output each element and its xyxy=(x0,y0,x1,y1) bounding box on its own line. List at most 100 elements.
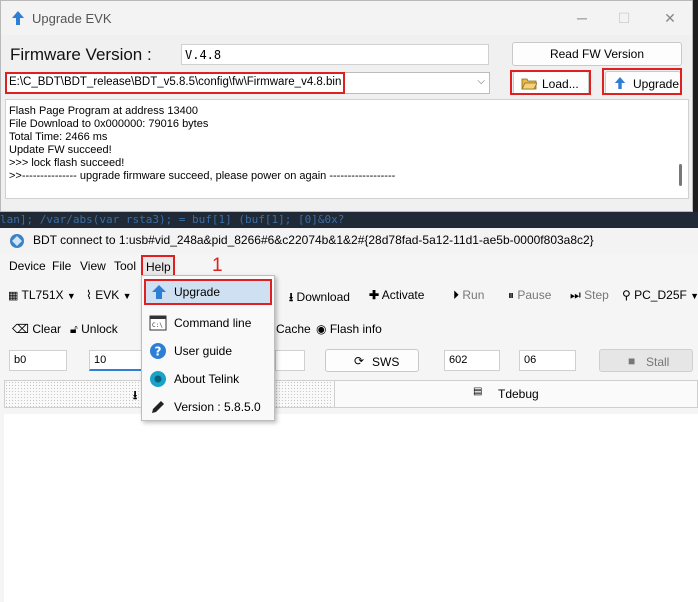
run-button[interactable]: ⏵ Run xyxy=(453,288,484,303)
input-a[interactable]: b0 xyxy=(9,350,67,371)
content-area[interactable] xyxy=(4,414,698,602)
unlock-label: Unlock xyxy=(81,322,118,336)
menuitem-user-guide[interactable]: ? User guide xyxy=(144,338,272,364)
download-icon: ⭳ xyxy=(289,290,294,304)
search-icon: ⚲ xyxy=(622,288,631,302)
step-button[interactable]: ⏭ Step xyxy=(570,288,609,303)
stall-button[interactable]: ■ Stall xyxy=(599,349,693,372)
log-line: File Download to 0x000000: 79016 bytes xyxy=(9,118,209,130)
help-icon: ? xyxy=(150,343,166,359)
download-icon: ⭳ xyxy=(133,388,138,402)
toolbar-secondary: ⌫ Clear 🔓︎ Unlock Cache ◉ Flash info xyxy=(0,316,698,344)
upgrade-arrow-icon xyxy=(152,285,166,299)
chip-icon: ▦ xyxy=(8,290,19,302)
input-hidden[interactable] xyxy=(275,350,305,371)
eye-icon: ◉ xyxy=(316,322,327,336)
tdebug-label: Tdebug xyxy=(498,387,539,401)
log-line: Update FW succeed! xyxy=(9,144,112,156)
firmware-version-field[interactable]: V.4.8 xyxy=(181,44,489,65)
run-label: Run xyxy=(462,288,485,302)
menubar: Device File View Tool xyxy=(0,256,698,278)
input-c[interactable]: 602 xyxy=(444,350,500,371)
chevron-down-icon: ▼ xyxy=(122,291,132,301)
stall-label: Stall xyxy=(646,355,670,369)
input-b[interactable]: 10 xyxy=(89,350,145,371)
tab-bar: ⭳ ▤ Tdebug xyxy=(4,380,698,408)
waveform-icon: ⌇ xyxy=(86,288,92,302)
log-scrollbar[interactable] xyxy=(679,164,682,186)
unlock-button[interactable]: 🔓︎ Unlock xyxy=(70,322,118,337)
menu-device[interactable]: Device xyxy=(9,259,46,273)
svg-text:?: ? xyxy=(155,345,162,359)
pause-icon: ⏸ xyxy=(508,288,515,302)
board-select-label: EVK xyxy=(95,288,120,302)
upgrade-log[interactable]: Flash Page Program at address 13400 File… xyxy=(5,99,689,199)
firmware-version-label: Firmware Version : xyxy=(10,45,152,64)
menu-view[interactable]: View xyxy=(80,259,106,273)
chip-select[interactable]: ▦ TL751X ▼ xyxy=(8,288,76,302)
chevron-down-icon[interactable]: ⌵ xyxy=(477,76,485,87)
chip-select-label: TL751X xyxy=(21,288,64,302)
toolbar-main: ▦ TL751X ▼ ⌇ EVK ▼ ⭳ Download ✚ Activate… xyxy=(0,282,698,310)
chevron-down-icon: ▼ xyxy=(66,291,76,301)
menuitem-about-telink[interactable]: About Telink xyxy=(144,366,272,392)
broom-icon: ⌫ xyxy=(12,322,29,336)
bdt-window: BDT connect to 1:usb#vid_248a&pid_8266#6… xyxy=(0,228,698,602)
board-select[interactable]: ⌇ EVK ▼ xyxy=(86,288,131,302)
dialog-titlebar: Upgrade EVK ─ ☐ ✕ xyxy=(1,1,692,35)
menu-tool[interactable]: Tool xyxy=(114,259,136,273)
telink-icon xyxy=(10,234,24,248)
cache-button[interactable]: Cache xyxy=(276,322,311,336)
close-button[interactable]: ✕ xyxy=(659,7,681,29)
stop-icon: ■ xyxy=(628,354,636,368)
minimize-button[interactable]: ─ xyxy=(571,7,593,29)
pause-label: Pause xyxy=(517,288,552,302)
clear-button[interactable]: ⌫ Clear xyxy=(12,322,61,336)
menu-file[interactable]: File xyxy=(52,259,71,273)
svg-text:C:\: C:\ xyxy=(152,322,163,329)
flash-info-button[interactable]: ◉ Flash info xyxy=(316,322,382,336)
annotation-load-box xyxy=(510,70,591,95)
log-line: Flash Page Program at address 13400 xyxy=(9,105,198,117)
input-d[interactable]: 06 xyxy=(519,350,576,371)
menu-help-label: Help xyxy=(146,260,171,274)
menuitem-version[interactable]: Version : 5.8.5.0 xyxy=(144,394,272,420)
menuitem-label: Command line xyxy=(174,316,252,330)
help-dropdown: Upgrade C:\ Command line ? User guide Ab… xyxy=(141,275,275,421)
upgrade-evk-dialog: Upgrade EVK ─ ☐ ✕ Firmware Version : V.4… xyxy=(0,0,693,212)
upload-arrow-icon xyxy=(12,11,24,25)
command-line-icon: C:\ xyxy=(149,315,167,331)
download-button[interactable]: ⭳ Download xyxy=(289,288,350,309)
log-line: >>> lock flash succeed! xyxy=(9,157,125,169)
flash-info-label: Flash info xyxy=(329,322,382,336)
tab-tdebug[interactable]: ▤ Tdebug xyxy=(334,381,698,407)
activate-label: Activate xyxy=(381,288,425,302)
bdt-title: BDT connect to 1:usb#vid_248a&pid_8266#6… xyxy=(33,233,594,247)
menuitem-command-line[interactable]: C:\ Command line xyxy=(144,310,272,336)
activate-button[interactable]: ✚ Activate xyxy=(369,288,424,302)
read-fw-version-button[interactable]: Read FW Version xyxy=(512,42,682,66)
clear-label: Clear xyxy=(32,322,61,336)
lock-icon: 🔓︎ xyxy=(70,322,78,336)
chevron-down-icon: ▼ xyxy=(690,291,698,301)
pencil-icon xyxy=(152,401,164,413)
log-line: >>--------------- upgrade firmware succe… xyxy=(9,170,396,182)
binary-icon: ▤ xyxy=(473,386,483,397)
pc-select-label: PC_D25F xyxy=(634,288,687,302)
log-line: Total Time: 2466 ms xyxy=(9,131,108,143)
annotation-upgrade-box xyxy=(602,68,682,95)
annotation-path-box xyxy=(5,72,345,94)
bdt-titlebar: BDT connect to 1:usb#vid_248a&pid_8266#6… xyxy=(0,228,698,254)
sws-label: SWS xyxy=(372,355,400,369)
sws-button[interactable]: ⟳ SWS xyxy=(325,349,419,372)
pause-button[interactable]: ⏸ Pause xyxy=(508,288,551,303)
telink-icon xyxy=(150,371,166,387)
menuitem-upgrade[interactable]: Upgrade xyxy=(144,279,272,305)
maximize-button[interactable]: ☐ xyxy=(613,7,635,29)
pc-select[interactable]: ⚲ PC_D25F ▼ xyxy=(622,288,698,302)
annotation-number-1: 1 xyxy=(212,255,223,276)
sws-icon: ⟳ xyxy=(354,354,365,368)
step-icon: ⏭ xyxy=(570,288,581,302)
menuitem-label: About Telink xyxy=(174,372,240,386)
run-icon: ⏵ xyxy=(453,288,460,302)
